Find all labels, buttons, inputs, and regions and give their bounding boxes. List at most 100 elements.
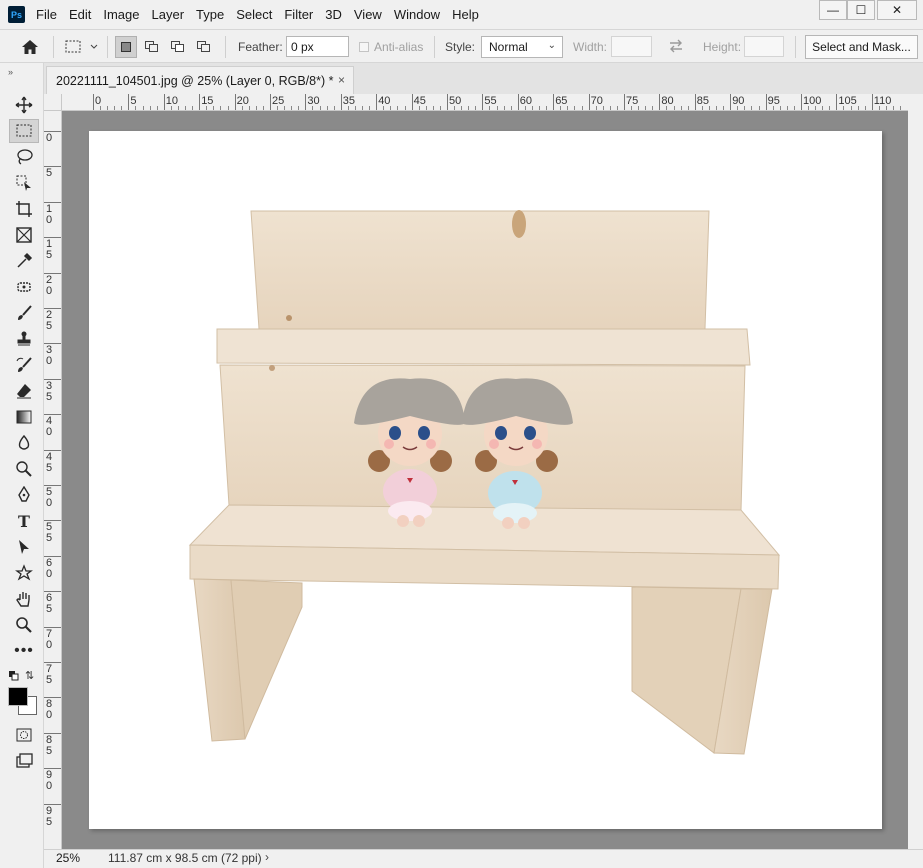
select-and-mask-button[interactable]: Select and Mask... — [805, 35, 918, 59]
ruler-tick — [588, 94, 590, 110]
menu-3d[interactable]: 3D — [319, 0, 348, 29]
default-colors-icon[interactable] — [8, 670, 20, 685]
zoom-tool-icon[interactable] — [9, 613, 39, 637]
gradient-tool-icon[interactable] — [9, 405, 39, 429]
object-select-tool-icon[interactable] — [9, 171, 39, 195]
marquee-preset-picker-icon[interactable] — [63, 36, 99, 58]
hand-tool-icon[interactable] — [9, 587, 39, 611]
intersect-selection-icon[interactable] — [193, 36, 215, 58]
marquee-tool-icon[interactable] — [9, 119, 39, 143]
menu-file[interactable]: File — [30, 0, 63, 29]
ruler-minor-tick — [425, 106, 427, 110]
shelf-bench-seat — [188, 504, 781, 590]
ruler-minor-tick — [772, 106, 774, 110]
spot-heal-tool-icon[interactable] — [9, 275, 39, 299]
home-icon[interactable] — [19, 36, 41, 58]
path-select-tool-icon[interactable] — [9, 535, 39, 559]
ruler-top-label: 40 — [378, 95, 391, 107]
subtract-selection-icon[interactable] — [167, 36, 189, 58]
ruler-minor-tick — [687, 106, 689, 110]
quick-mask-icon[interactable] — [9, 723, 39, 747]
vertical-ruler[interactable]: 0 5 1 0 1 5 2 0 2 5 3 0 3 5 4 0 4 5 5 0 5 5 6 0 6 5 7 … — [44, 111, 62, 849]
menu-select[interactable]: Select — [230, 0, 278, 29]
ruler-minor-tick — [616, 106, 618, 110]
crop-tool-icon[interactable] — [9, 197, 39, 221]
history-brush-icon[interactable] — [9, 353, 39, 377]
type-tool-icon[interactable]: T — [9, 509, 39, 533]
ruler-tick — [270, 94, 271, 110]
lasso-tool-icon[interactable] — [9, 145, 39, 169]
menu-filter[interactable]: Filter — [278, 0, 319, 29]
menu-window[interactable]: Window — [388, 0, 446, 29]
ruler-origin[interactable] — [44, 94, 62, 111]
ruler-tick — [376, 94, 378, 110]
ruler-tick — [801, 94, 802, 110]
ruler-minor-tick — [574, 106, 576, 110]
antialias-checkbox[interactable] — [359, 42, 369, 52]
new-selection-icon[interactable] — [115, 36, 137, 58]
foreground-color-swatch[interactable] — [8, 687, 28, 706]
pen-tool-icon[interactable] — [9, 483, 39, 507]
more-tools-icon[interactable]: ••• — [9, 639, 39, 663]
ruler-minor-tick — [135, 106, 137, 110]
ruler-minor-tick — [595, 106, 597, 110]
ruler-minor-tick — [227, 106, 229, 110]
eraser-tool-icon[interactable] — [9, 379, 39, 403]
shelf-back-board — [250, 210, 710, 330]
ruler-minor-tick — [546, 106, 548, 110]
ruler-minor-tick — [716, 106, 718, 110]
menu-type[interactable]: Type — [190, 0, 230, 29]
horizontal-ruler[interactable]: 0 5 10 15 20 25 30 35 40 45 50 55 60 65 70 75 80 85 90 95 10… — [62, 94, 908, 111]
menu-help[interactable]: Help — [446, 0, 485, 29]
document-tab[interactable]: 20221111_104501.jpg @ 25% (Layer 0, RGB/… — [46, 66, 354, 94]
menu-edit[interactable]: Edit — [63, 0, 97, 29]
ruler-minor-tick — [418, 106, 420, 110]
ruler-minor-tick — [744, 106, 746, 110]
blur-tool-icon[interactable] — [9, 431, 39, 455]
document-image — [188, 210, 781, 755]
stamp-tool-icon[interactable] — [9, 327, 39, 351]
ruler-minor-tick — [149, 106, 151, 110]
ruler-minor-tick — [432, 106, 434, 110]
close-tab-icon[interactable]: × — [338, 73, 345, 87]
ruler-top-label: 70 — [590, 95, 603, 107]
zoom-level-field[interactable]: 25% — [48, 850, 90, 867]
frame-tool-icon[interactable] — [9, 223, 39, 247]
brush-tool-icon[interactable] — [9, 301, 39, 325]
ruler-top-label: 75 — [626, 95, 639, 107]
screen-mode-icon[interactable] — [9, 749, 39, 773]
collapse-panel-icon[interactable]: » — [8, 67, 13, 77]
shape-tool-icon[interactable] — [9, 561, 39, 585]
feather-input[interactable] — [286, 36, 349, 57]
maximize-button[interactable]: ☐ — [847, 0, 875, 20]
ruler-tick — [44, 201, 61, 203]
menu-view[interactable]: View — [348, 0, 388, 29]
swap-colors-icon[interactable]: ⇅ — [25, 669, 34, 682]
ruler-minor-tick — [829, 106, 831, 110]
ruler-minor-tick — [701, 106, 703, 110]
ruler-tick — [624, 94, 625, 110]
status-menu-arrow-icon[interactable]: › — [265, 850, 269, 864]
swap-dimensions-icon[interactable] — [668, 38, 684, 57]
ruler-minor-tick — [298, 106, 300, 110]
menu-image[interactable]: Image — [97, 0, 145, 29]
ruler-top-label: 35 — [342, 95, 356, 107]
dodge-tool-icon[interactable] — [9, 457, 39, 481]
ruler-minor-tick — [708, 106, 710, 110]
ruler-top-label: 45 — [413, 95, 426, 107]
ruler-minor-tick — [192, 106, 194, 110]
menu-layer[interactable]: Layer — [146, 0, 191, 29]
ruler-top-label: 110 — [873, 95, 892, 107]
add-selection-icon[interactable] — [141, 36, 163, 58]
move-tool-icon[interactable] — [9, 93, 39, 117]
eyedropper-tool-icon[interactable] — [9, 249, 39, 273]
width-input[interactable] — [611, 36, 652, 57]
ruler-left-label: 9 0 — [46, 769, 53, 793]
status-bar: 25% 111.87 cm x 98.5 cm (72 ppi) › — [44, 849, 923, 868]
close-window-button[interactable]: ✕ — [877, 0, 917, 20]
style-select[interactable]: Normal ⌄ — [481, 36, 563, 58]
minimize-button[interactable]: — — [819, 0, 847, 20]
vertical-scrollbar[interactable] — [908, 94, 923, 849]
ruler-top-label: 65 — [555, 95, 568, 107]
height-input[interactable] — [744, 36, 784, 57]
